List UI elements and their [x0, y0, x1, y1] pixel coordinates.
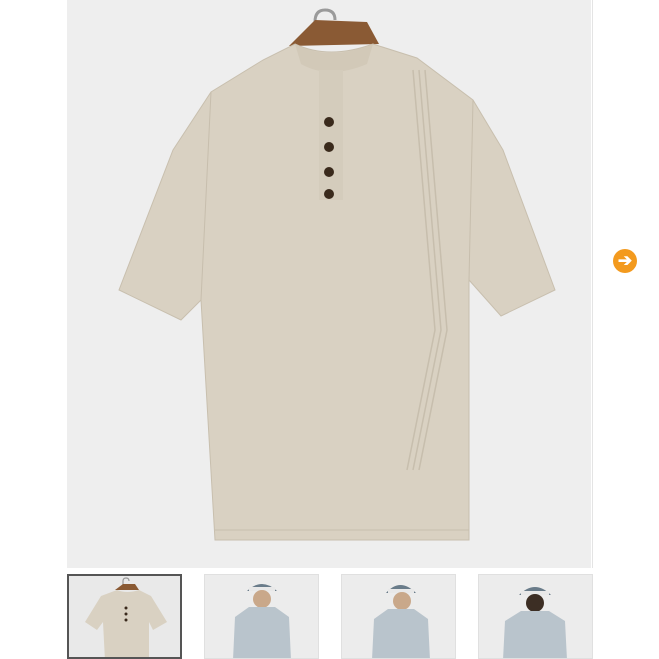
- shirt-illustration: [118, 8, 556, 541]
- product-main-image: [67, 0, 591, 568]
- thumbnail-model-front[interactable]: [204, 574, 319, 659]
- shirt-button: [324, 142, 334, 152]
- thumbnail-strip: [67, 574, 593, 659]
- arrow-right-icon: ➔: [617, 251, 633, 270]
- hanger-body: [289, 20, 379, 46]
- gallery-divider: [592, 0, 593, 568]
- model-front-thumbnail: [205, 575, 318, 658]
- next-image-button[interactable]: ➔: [613, 249, 637, 273]
- thumbnail-shirt-hanger[interactable]: [67, 574, 182, 659]
- model-side-thumbnail: [342, 575, 455, 658]
- shirt-on-hanger-thumbnail: [85, 577, 167, 657]
- thumbnail-model-side[interactable]: [341, 574, 456, 659]
- shirt-button: [324, 189, 334, 199]
- shirt-placket: [319, 70, 343, 200]
- thumbnail-model-back[interactable]: [478, 574, 593, 659]
- shirt-button: [324, 117, 334, 127]
- model-back-thumbnail: [479, 575, 592, 658]
- shirt-button: [324, 167, 334, 177]
